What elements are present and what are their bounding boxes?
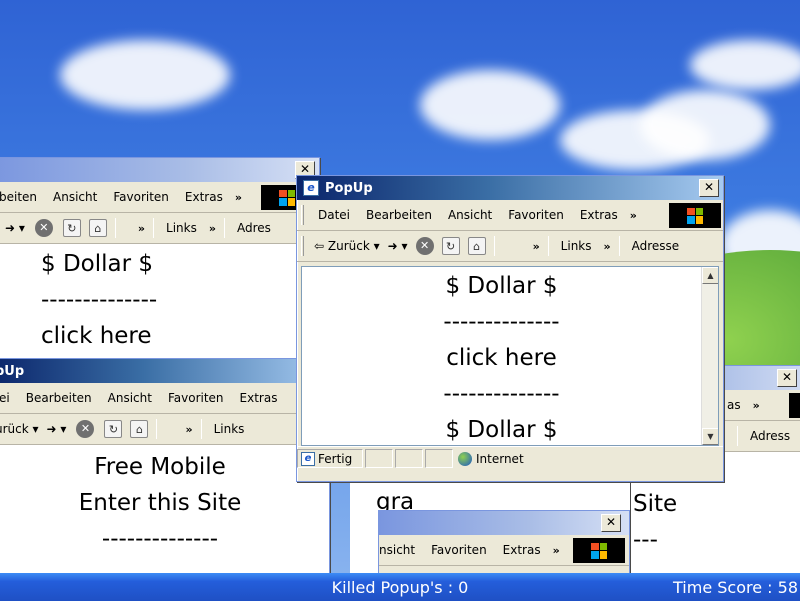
windows-logo-icon <box>573 538 625 563</box>
popup-content: Free Mobile Enter this Site ------------… <box>0 445 329 577</box>
internet-explorer-icon: e <box>303 180 319 196</box>
close-icon[interactable]: ✕ <box>601 514 621 532</box>
address-label: Adresse <box>631 239 680 253</box>
menu-bar: beiten Ansicht Favoriten Extras » <box>0 182 319 213</box>
popup-window-mid-left[interactable]: pUp ei Bearbeiten Ansicht Favoriten Extr… <box>0 358 330 578</box>
click-here-link[interactable]: click here <box>302 340 701 376</box>
menu-item-extras[interactable]: Extras <box>495 543 549 557</box>
close-icon[interactable]: ✕ <box>699 179 719 197</box>
menu-item-bearbeiten[interactable]: Bearbeiten <box>358 208 440 222</box>
back-button-label: urück <box>0 422 29 436</box>
content-line: -------------- <box>101 526 219 552</box>
menu-more-chevron[interactable]: » <box>626 209 641 222</box>
scroll-down-icon[interactable]: ▼ <box>702 428 718 445</box>
toolbar: urück ▾ ➜ ▾ ✕ ↻ ⌂ » Links <box>0 414 329 445</box>
address-label: Adres <box>236 221 271 235</box>
toolbar: ⇦ Zurück ▾ ➜ ▾ ✕ ↻ ⌂ » Links » Adresse <box>297 231 723 262</box>
content-line[interactable]: Free Mobile <box>0 449 329 485</box>
menu-item-extras[interactable]: Extras <box>177 190 231 204</box>
content-line: -------------- <box>443 309 560 335</box>
status-zone: Internet <box>455 449 715 468</box>
links-button[interactable]: Links <box>206 422 253 436</box>
title-bar[interactable]: ✕ <box>0 158 319 182</box>
content-line[interactable]: click here <box>41 318 319 354</box>
status-done-label: Fertig <box>318 451 353 466</box>
window-title: PopUp <box>325 180 373 196</box>
back-button[interactable]: urück ▾ <box>0 422 43 436</box>
desktop-wallpaper: ✕ beiten Ansicht Favoriten Extras » ➜ ▾ … <box>0 0 800 601</box>
status-zone-label: Internet <box>476 451 524 466</box>
menu-item-favoriten[interactable]: Favoriten <box>105 190 177 204</box>
stop-icon[interactable]: ✕ <box>76 420 95 438</box>
menu-item-ansicht[interactable]: nsicht <box>379 543 423 557</box>
menu-item-favoriten[interactable]: Favoriten <box>423 543 495 557</box>
refresh-icon[interactable]: ↻ <box>104 420 123 438</box>
time-score-counter: Time Score : 58 <box>673 578 798 597</box>
behind-content-text: gra <box>350 478 630 515</box>
menu-item-favoriten[interactable]: Favoriten <box>500 208 572 222</box>
title-bar[interactable]: e PopUp ✕ <box>297 176 723 200</box>
content-line: -------------- <box>41 287 158 313</box>
menu-more-chevron[interactable]: » <box>231 191 246 204</box>
content-line[interactable]: $ Dollar $ <box>302 268 701 304</box>
toolbar: ➜ ▾ ✕ ↻ ⌂ » Links » Adres <box>0 213 319 244</box>
menu-item-datei[interactable]: Datei <box>310 208 358 222</box>
popup-window-bottom[interactable]: gra ✕ nsicht Favoriten Extras » <box>350 478 630 578</box>
address-label: Adress <box>750 429 791 443</box>
forward-arrow-icon[interactable]: ➜ ▾ <box>384 239 412 253</box>
back-arrow-icon: ⇦ <box>314 239 325 253</box>
popup-window-main[interactable]: e PopUp ✕ Datei Bearbeiten Ansicht Favor… <box>296 175 724 482</box>
menu-item-ansicht[interactable]: Ansicht <box>45 190 105 204</box>
internet-zone-icon <box>458 451 472 466</box>
menu-item-datei[interactable]: ei <box>0 391 18 405</box>
internet-explorer-icon: e <box>301 451 315 466</box>
refresh-icon[interactable]: ↻ <box>441 237 460 255</box>
refresh-icon[interactable]: ↻ <box>62 219 81 237</box>
status-bar: e Fertig Internet <box>297 446 723 470</box>
menu-item-extras[interactable]: Extras <box>232 391 286 405</box>
links-button[interactable]: Links <box>553 239 600 253</box>
links-button[interactable]: Links <box>158 221 205 235</box>
status-done: e Fertig <box>297 449 363 468</box>
vertical-scrollbar[interactable]: ▲ ▼ <box>701 267 718 445</box>
menu-bar: Datei Bearbeiten Ansicht Favoriten Extra… <box>297 200 723 231</box>
back-button[interactable]: ⇦ Zurück ▾ <box>310 239 384 253</box>
content-line: -------------- <box>443 381 560 407</box>
content-line[interactable]: Enter this Site <box>0 485 329 521</box>
windows-logo-icon <box>789 393 800 418</box>
menu-item-ansicht[interactable]: Ansicht <box>440 208 500 222</box>
stop-icon[interactable]: ✕ <box>415 237 434 255</box>
title-bar[interactable]: pUp <box>0 359 329 383</box>
forward-arrow-icon[interactable]: ➜ ▾ <box>0 221 29 235</box>
scroll-up-icon[interactable]: ▲ <box>702 267 718 284</box>
content-line[interactable]: $ Dollar $ <box>41 246 319 282</box>
home-icon[interactable]: ⌂ <box>467 237 486 255</box>
windows-logo-icon <box>669 203 721 228</box>
home-icon[interactable]: ⌂ <box>88 219 107 237</box>
taskbar: Killed Popup's : 0 Time Score : 58 <box>0 573 800 601</box>
home-icon[interactable]: ⌂ <box>130 420 149 438</box>
back-button-label: Zurück <box>327 239 370 253</box>
menu-item-bearbeiten[interactable]: beiten <box>0 190 45 204</box>
menu-more-chevron[interactable]: » <box>749 399 764 412</box>
popup-content: $ Dollar $ -------------- click here ---… <box>301 266 719 446</box>
forward-arrow-icon[interactable]: ➜ ▾ <box>43 422 71 436</box>
menu-item-bearbeiten[interactable]: Bearbeiten <box>18 391 100 405</box>
content-line[interactable]: $ Dollar $ <box>302 412 701 445</box>
stop-icon[interactable]: ✕ <box>34 219 53 237</box>
menu-item-extras[interactable]: Extras <box>572 208 626 222</box>
menu-bar: ei Bearbeiten Ansicht Favoriten Extras <box>0 383 329 414</box>
menu-item-ansicht[interactable]: Ansicht <box>100 391 160 405</box>
menu-bar: nsicht Favoriten Extras » <box>379 535 629 566</box>
popup-window-back-top[interactable]: ✕ beiten Ansicht Favoriten Extras » ➜ ▾ … <box>0 157 320 387</box>
close-icon[interactable]: ✕ <box>777 369 797 387</box>
menu-more-chevron[interactable]: » <box>549 544 564 557</box>
title-bar[interactable]: ✕ <box>379 511 629 535</box>
window-title: pUp <box>0 363 25 379</box>
menu-item-favoriten[interactable]: Favoriten <box>160 391 232 405</box>
